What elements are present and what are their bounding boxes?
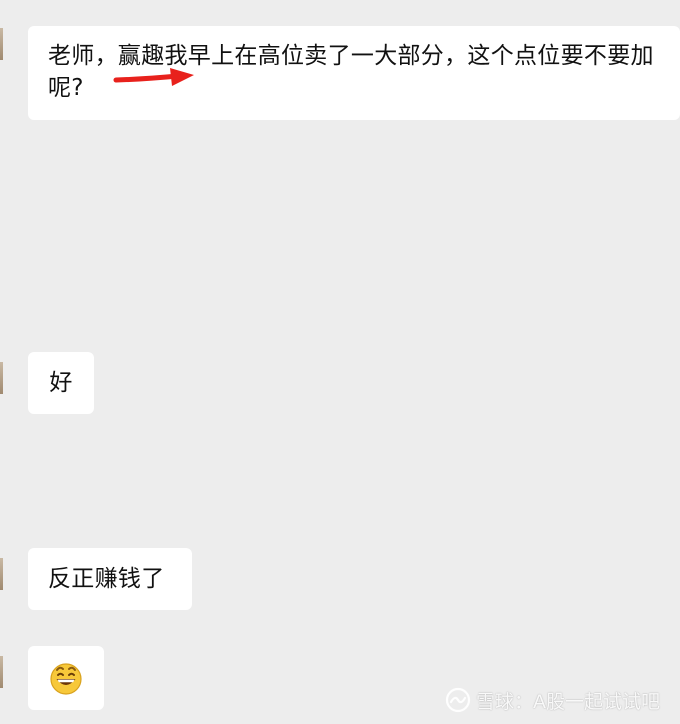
- message-text: 好: [49, 370, 73, 396]
- snowball-logo-icon: [445, 687, 471, 713]
- message-bubble[interactable]: 反正赚钱了: [28, 548, 192, 610]
- sender-avatar[interactable]: [0, 362, 3, 394]
- sender-avatar[interactable]: [0, 558, 3, 590]
- message-bubble[interactable]: 好: [28, 352, 94, 414]
- snowball-watermark: 雪球：A股一起试试吧: [445, 686, 660, 714]
- red-annotation-arrow: [113, 68, 194, 86]
- watermark-text: 雪球：A股一起试试吧: [476, 690, 660, 713]
- sender-avatar[interactable]: [0, 28, 3, 60]
- grinning-face-emoji-icon: [50, 663, 82, 695]
- message-bubble[interactable]: [28, 646, 104, 710]
- message-text: 反正赚钱了: [48, 566, 165, 592]
- chat-area: 老师，赢趣我早上在高位卖了一大部分，这个点位要不要加呢? 好 反正赚钱了: [0, 0, 680, 724]
- sender-avatar[interactable]: [0, 656, 3, 688]
